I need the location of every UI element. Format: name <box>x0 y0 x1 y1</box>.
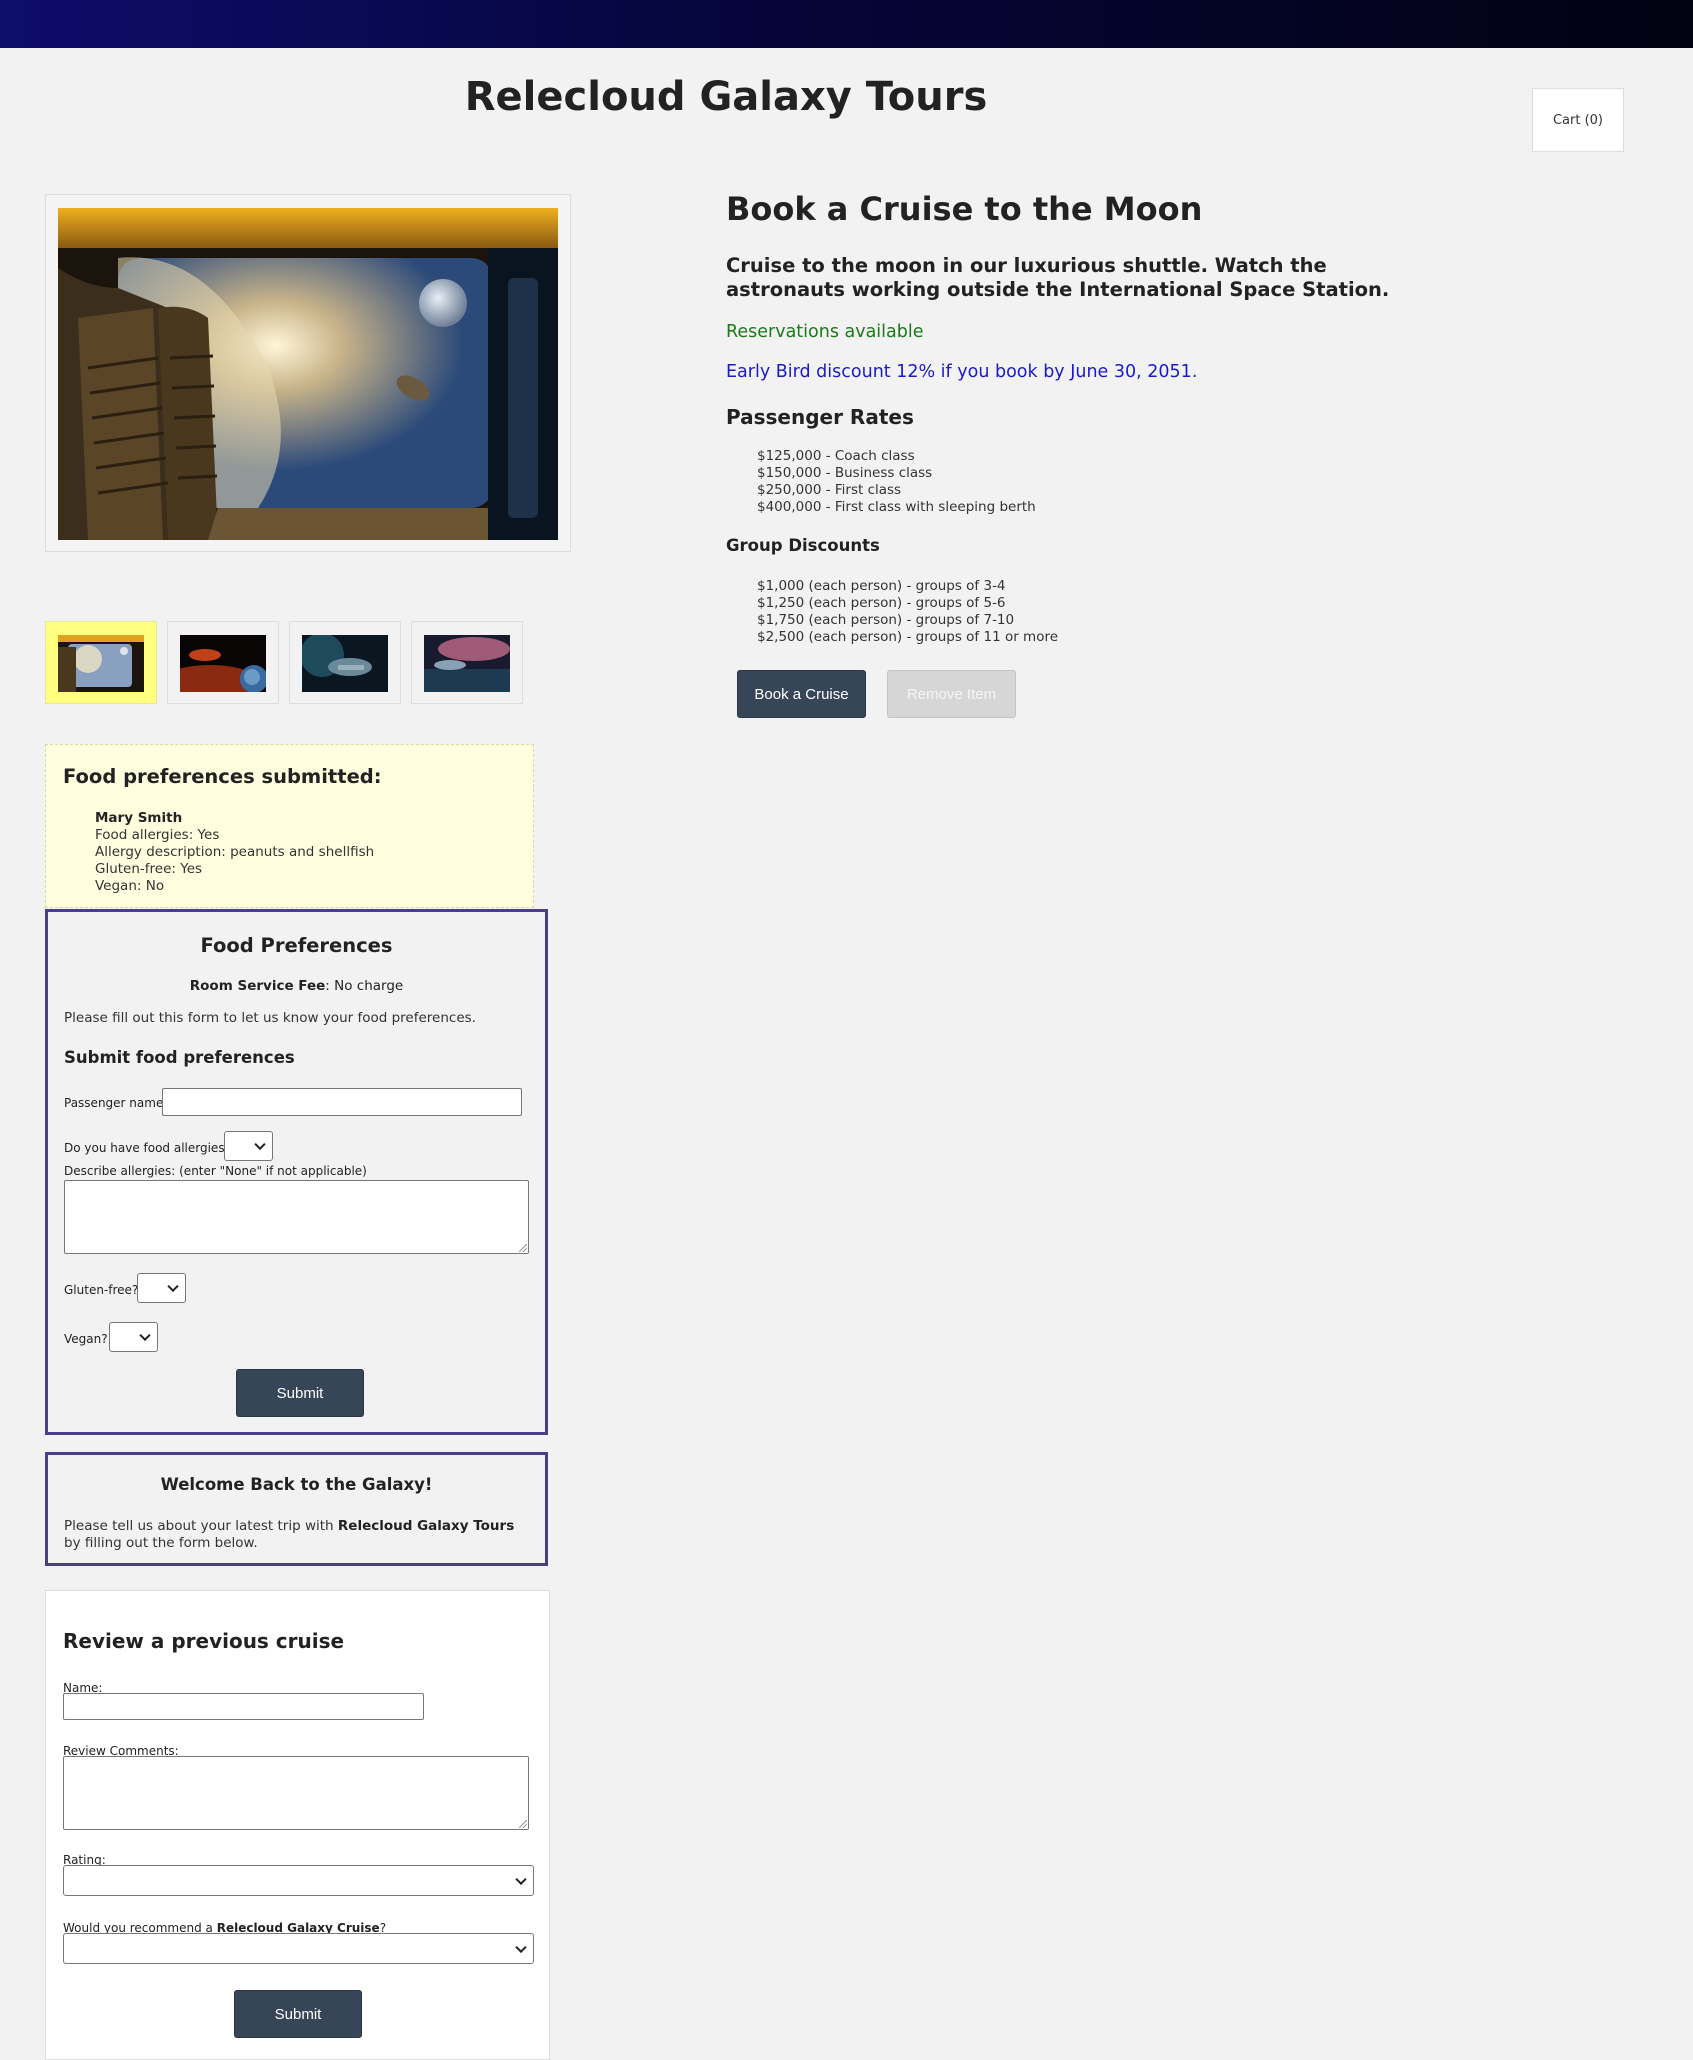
thumbnail-spaceship-window[interactable] <box>45 621 157 704</box>
food-allergies-select[interactable] <box>224 1131 273 1161</box>
submitted-allergies: Food allergies: Yes <box>95 827 220 843</box>
remove-item-button[interactable]: Remove Item <box>887 670 1016 718</box>
review-comments-textarea[interactable] <box>63 1756 529 1830</box>
fee-value: : No charge <box>325 978 404 994</box>
food-submit-button[interactable]: Submit <box>236 1369 364 1417</box>
thumbnail-image <box>302 635 388 692</box>
welcome-brand: Relecloud Galaxy Tours <box>337 1518 515 1534</box>
vegan-label: Vegan? <box>64 1332 108 1346</box>
group-discounts-list: $1,000 (each person) - groups of 3-4 $1,… <box>757 578 1058 646</box>
product-description: Cruise to the moon in our luxurious shut… <box>726 254 1390 301</box>
food-form-subheading: Submit food preferences <box>64 1048 295 1067</box>
early-bird-discount: Early Bird discount 12% if you book by J… <box>726 362 1198 382</box>
rate-item: $150,000 - Business class <box>757 465 933 481</box>
rate-item: $250,000 - First class <box>757 482 902 498</box>
site-title: Relecloud Galaxy Tours <box>464 74 988 120</box>
group-discount-item: $1,000 (each person) - groups of 3-4 <box>757 578 1006 594</box>
review-form: Review a previous cruise Name: Review Co… <box>45 1590 550 2060</box>
main-product-image <box>58 208 558 540</box>
group-discount-item: $1,750 (each person) - groups of 7-10 <box>757 612 1015 628</box>
review-name-input[interactable] <box>63 1693 424 1720</box>
product-title: Book a Cruise to the Moon <box>726 190 1203 228</box>
gluten-free-select[interactable] <box>137 1273 186 1303</box>
gluten-free-label: Gluten-free? <box>64 1283 139 1297</box>
thumbnail-image <box>424 635 510 692</box>
availability-status: Reservations available <box>726 322 924 342</box>
resize-grip-icon[interactable] <box>519 1820 527 1828</box>
rating-select[interactable] <box>63 1865 534 1896</box>
rate-item: $400,000 - First class with sleeping ber… <box>757 499 1036 515</box>
thumbnail-image <box>180 635 266 692</box>
describe-allergies-label: Describe allergies: (enter "None" if not… <box>64 1164 367 1178</box>
thumbnail-red-planet[interactable] <box>167 621 279 704</box>
welcome-text-end: by filling out the form below. <box>64 1535 258 1551</box>
thumbnail-image <box>58 635 144 692</box>
thumbnail-earth-orbit[interactable] <box>289 621 401 704</box>
passenger-rates-heading: Passenger Rates <box>726 405 914 429</box>
describe-allergies-textarea[interactable] <box>64 1180 529 1254</box>
passenger-name-input[interactable] <box>162 1088 522 1116</box>
group-discounts-heading: Group Discounts <box>726 536 880 555</box>
recommend-select[interactable] <box>63 1933 534 1964</box>
submitted-allergy-description: Allergy description: peanuts and shellfi… <box>95 844 375 860</box>
cart-label: Cart (0) <box>1552 112 1604 128</box>
welcome-text-start: Please tell us about your latest trip wi… <box>64 1518 338 1534</box>
vegan-select[interactable] <box>109 1322 158 1352</box>
group-discount-item: $1,250 (each person) - groups of 5-6 <box>757 595 1006 611</box>
food-form-title: Food Preferences <box>200 934 393 957</box>
fee-label: Room Service Fee <box>189 978 326 994</box>
food-preferences-form: Food Preferences Room Service Fee: No ch… <box>45 909 548 1435</box>
cart-button[interactable]: Cart (0) <box>1532 88 1624 152</box>
submitted-vegan: Vegan: No <box>95 878 165 894</box>
welcome-text: Please tell us about your latest trip wi… <box>64 1518 524 1552</box>
rate-item: $125,000 - Coach class <box>757 448 915 464</box>
food-form-intro: Please fill out this form to let us know… <box>64 1010 476 1026</box>
group-discount-item: $2,500 (each person) - groups of 11 or m… <box>757 629 1059 645</box>
top-banner <box>0 0 1693 48</box>
passenger-name-label: Passenger name: <box>64 1096 168 1110</box>
passenger-rates-list: $125,000 - Coach class $150,000 - Busine… <box>757 448 1036 516</box>
food-allergies-label: Do you have food allergies? <box>64 1141 231 1155</box>
submitted-heading: Food preferences submitted: <box>63 765 382 788</box>
book-cruise-button[interactable]: Book a Cruise <box>737 670 866 718</box>
review-submit-button[interactable]: Submit <box>234 1990 362 2038</box>
resize-grip-icon[interactable] <box>519 1244 527 1252</box>
review-heading: Review a previous cruise <box>63 1629 345 1653</box>
food-preferences-submitted: Food preferences submitted: Mary Smith F… <box>45 744 534 908</box>
room-service-fee: Room Service Fee: No charge <box>48 978 545 994</box>
main-image-frame <box>45 194 571 552</box>
welcome-back-panel: Welcome Back to the Galaxy! Please tell … <box>45 1452 548 1566</box>
welcome-title: Welcome Back to the Galaxy! <box>160 1475 433 1494</box>
submitted-passenger-name: Mary Smith <box>95 810 183 826</box>
submitted-details: Mary Smith Food allergies: Yes Allergy d… <box>95 810 374 895</box>
submitted-gluten-free: Gluten-free: Yes <box>95 861 203 877</box>
thumbnail-pink-nebula[interactable] <box>411 621 523 704</box>
